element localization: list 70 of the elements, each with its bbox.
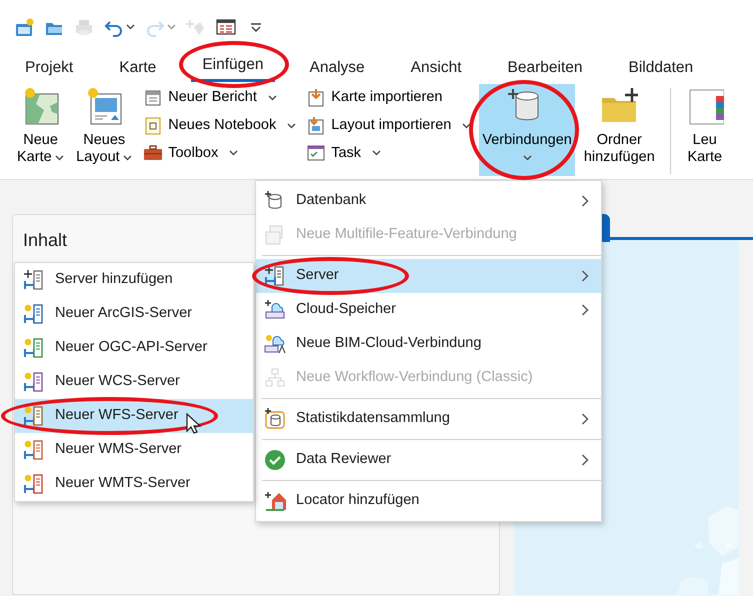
print-icon	[74, 17, 94, 37]
ribbon-tab[interactable]: Bilddaten	[618, 52, 704, 82]
caret-icon	[522, 155, 532, 161]
new-project-icon	[14, 17, 34, 37]
ribbon-tab[interactable]: Analyse	[298, 52, 376, 82]
menu-item[interactable]: Neuer WCS-Server	[15, 365, 253, 399]
menu-item[interactable]: Data Reviewer	[256, 443, 601, 477]
server-icon	[23, 337, 45, 359]
caret-icon	[268, 94, 277, 101]
caret-icon	[167, 24, 176, 30]
import-layout-icon	[306, 116, 326, 136]
cursor-icon	[186, 413, 202, 435]
statistics-icon	[264, 408, 286, 430]
report-icon	[143, 88, 164, 108]
menu-item[interactable]: Server	[256, 259, 601, 293]
server-icon	[23, 371, 45, 393]
ribbon-button[interactable]: Verbindungen	[479, 84, 575, 176]
menu-item[interactable]: Datenbank	[256, 184, 601, 218]
ribbon-button[interactable]: Neuer Bericht	[141, 86, 298, 110]
import-map-icon	[306, 88, 326, 108]
menu-item[interactable]: Neuer WMTS-Server	[15, 467, 253, 501]
table-icon	[216, 17, 236, 37]
ribbon-button[interactable]: Ordner hinzufügen	[580, 84, 658, 176]
workflow-icon	[264, 367, 286, 389]
bim-cloud-icon	[264, 333, 286, 355]
chevron-icon	[581, 195, 589, 207]
menu-item[interactable]: Neue BIM-Cloud-Verbindung	[256, 327, 601, 361]
ribbon-button[interactable]: Neues Notebook	[141, 114, 298, 138]
caret-icon	[462, 122, 472, 129]
server-icon	[23, 439, 45, 461]
ribbon-button[interactable]: Toolbox	[141, 142, 298, 166]
server-icon	[23, 405, 45, 427]
caret-icon	[229, 150, 238, 156]
server-add-icon	[264, 265, 286, 287]
menu-item[interactable]: Cloud-Speicher	[256, 293, 601, 327]
ribbon-tab[interactable]: Karte	[108, 52, 168, 82]
pane-title: Inhalt	[23, 229, 68, 252]
task-icon	[306, 143, 326, 164]
menu-item[interactable]: Server hinzufügen	[15, 263, 253, 297]
ribbon-tab[interactable]: Bearbeiten	[496, 52, 594, 82]
ribbon-tab[interactable]: Ansicht	[400, 52, 473, 82]
chevron-icon	[581, 304, 589, 316]
ribbon-button[interactable]: Karte importieren	[304, 86, 474, 110]
menu-item[interactable]: Neuer OGC-API-Server	[15, 331, 253, 365]
caret-icon	[372, 150, 382, 156]
ribbon-tab[interactable]: Projekt	[14, 52, 84, 82]
caret-icon	[126, 24, 135, 30]
notebook-icon	[143, 116, 164, 136]
menu-item[interactable]: Neuer ArcGIS-Server	[15, 297, 253, 331]
ribbon-button[interactable]: Neues Layout	[73, 84, 136, 176]
check-circle-icon	[264, 449, 286, 471]
caret-icon	[287, 122, 296, 129]
layout-icon	[85, 86, 124, 126]
ribbon-button[interactable]: Neue Karte	[14, 84, 68, 176]
menu-item[interactable]: Statistikdatensammlung	[256, 402, 601, 436]
ribbon-button[interactable]: Layout importieren	[304, 114, 474, 138]
server-icon	[23, 303, 45, 325]
cloud-storage-icon	[264, 299, 286, 321]
ribbon-button[interactable]: Leu Karte	[682, 84, 727, 176]
locator-icon	[264, 490, 286, 512]
ribbon-button[interactable]: Task	[304, 142, 474, 166]
chevron-icon	[581, 454, 589, 466]
menu-item[interactable]: Locator hinzufügen	[256, 484, 601, 518]
chevron-icon	[581, 270, 589, 282]
caret-icon	[123, 154, 132, 160]
chevron-icon	[581, 413, 589, 425]
menu-item[interactable]: Neuer WMS-Server	[15, 433, 253, 467]
server-icon	[23, 269, 45, 291]
server-icon	[23, 473, 45, 495]
caret-icon	[55, 154, 64, 160]
